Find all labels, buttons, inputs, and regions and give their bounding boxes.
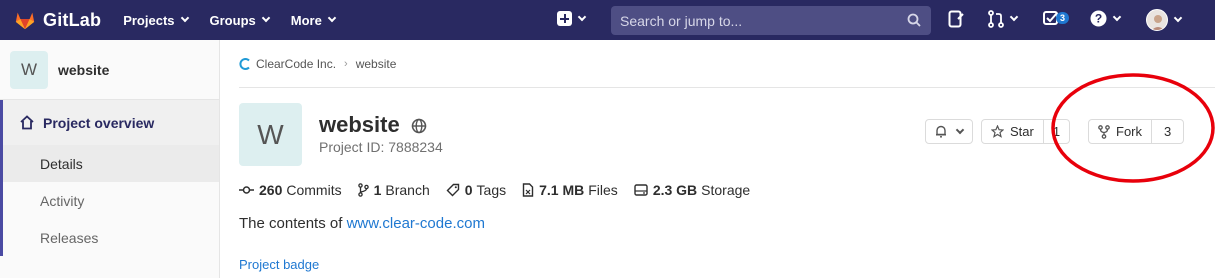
todo-count-badge: 3 — [1056, 12, 1070, 24]
tags-label: Tags — [476, 182, 507, 198]
divider — [239, 87, 1215, 88]
notification-dropdown-button[interactable] — [925, 119, 973, 144]
notification-button[interactable] — [926, 120, 972, 143]
sidebar-item-label: Project overview — [43, 114, 155, 131]
storage-stat: 2.3 GB Storage — [634, 182, 750, 198]
issues-icon — [948, 10, 964, 28]
chevron-down-icon — [1009, 12, 1019, 22]
breadcrumb-project-link[interactable]: website — [356, 57, 397, 71]
search-icon[interactable] — [907, 13, 921, 27]
merge-request-icon — [988, 10, 1004, 28]
group-logo-icon — [239, 58, 250, 70]
breadcrumb: ClearCode Inc. › website — [239, 57, 396, 71]
files-stat[interactable]: 7.1 MB Files — [522, 182, 618, 198]
brand[interactable]: GitLab — [14, 9, 101, 31]
top-navbar: GitLab Projects Groups More Search or ju… — [0, 0, 1215, 40]
breadcrumb-chevron-icon: › — [344, 58, 348, 70]
fork-label: Fork — [1116, 124, 1142, 139]
sidebar-subitem-releases[interactable]: Releases — [0, 219, 219, 256]
nav-menu: Projects Groups More — [123, 13, 357, 28]
issues-button[interactable] — [948, 10, 964, 28]
merge-requests-button[interactable] — [988, 10, 1019, 28]
brand-name: GitLab — [43, 9, 102, 30]
project-stats: 260 Commits 1 Branch 0 Tags 7.1 MB Files… — [239, 182, 766, 198]
project-title: website — [319, 112, 427, 138]
breadcrumb-group-link[interactable]: ClearCode Inc. — [256, 57, 336, 71]
sidebar-subitem-label: Activity — [40, 192, 85, 209]
sidebar-subitem-details[interactable]: Details — [0, 145, 219, 182]
tags-stat[interactable]: 0 Tags — [446, 182, 506, 198]
nav-groups[interactable]: Groups — [209, 12, 270, 28]
nav-projects-label: Projects — [123, 12, 175, 28]
new-dropdown-button[interactable] — [557, 11, 587, 26]
gitlab-logo-icon — [15, 12, 35, 30]
search-box[interactable] — [611, 6, 931, 35]
commit-icon — [239, 186, 254, 194]
branch-icon — [357, 183, 369, 197]
star-button[interactable]: Star — [982, 120, 1043, 143]
star-count[interactable]: 1 — [1042, 120, 1069, 143]
star-label: Star — [1010, 124, 1034, 139]
chevron-down-icon — [1173, 13, 1183, 23]
description-text: The contents of — [239, 215, 347, 232]
branch-count: 1 — [373, 182, 382, 198]
tag-icon — [446, 183, 459, 197]
files-label: Files — [588, 182, 618, 198]
chevron-down-icon — [1112, 12, 1122, 21]
project-avatar: W — [239, 103, 302, 166]
main-content: ClearCode Inc. › website W website Proje… — [239, 40, 1215, 278]
branch-stat[interactable]: 1 Branch — [357, 182, 430, 198]
sidebar-subitem-label: Releases — [40, 229, 99, 246]
project-description: The contents of www.clear-code.com — [239, 215, 485, 232]
chevron-down-icon — [261, 13, 270, 23]
storage-size: 2.3 GB — [652, 182, 698, 198]
fork-count[interactable]: 3 — [1151, 120, 1183, 143]
chevron-down-icon — [327, 13, 337, 23]
commits-stat[interactable]: 260 Commits — [239, 182, 342, 198]
sidebar: W website Project overview Details Activ… — [0, 40, 220, 278]
fork-button[interactable]: Fork — [1089, 120, 1151, 143]
project-id: Project ID: 7888234 — [319, 139, 443, 155]
plus-icon — [557, 11, 572, 26]
nav-more-label: More — [290, 12, 322, 28]
project-avatar-small: W — [10, 50, 48, 89]
home-icon — [20, 115, 34, 130]
user-menu-button[interactable] — [1146, 9, 1183, 31]
sidebar-item-project-overview[interactable]: Project overview — [0, 100, 219, 145]
bell-icon — [936, 125, 946, 138]
help-button[interactable]: ? — [1090, 10, 1122, 27]
project-name: website — [319, 112, 400, 137]
sidebar-project-name: website — [58, 61, 110, 78]
search-input[interactable] — [620, 12, 900, 29]
fork-icon — [1098, 124, 1110, 139]
project-badge-link[interactable]: Project badge — [239, 257, 319, 272]
star-icon — [991, 125, 1004, 138]
chevron-down-icon — [955, 125, 965, 134]
chevron-down-icon — [180, 13, 189, 23]
nav-groups-label: Groups — [209, 12, 256, 28]
chevron-down-icon — [577, 12, 587, 21]
sidebar-subitem-label: Details — [40, 155, 83, 172]
nav-more[interactable]: More — [290, 12, 337, 28]
todos-button[interactable]: 3 — [1043, 10, 1070, 26]
tags-count: 0 — [464, 182, 473, 198]
file-icon — [522, 183, 534, 197]
help-icon: ? — [1090, 10, 1107, 27]
sidebar-subitem-activity[interactable]: Activity — [0, 182, 219, 219]
commits-count: 260 — [259, 182, 283, 198]
svg-text:?: ? — [1095, 12, 1102, 26]
avatar — [1146, 9, 1168, 31]
commits-label: Commits — [286, 182, 342, 198]
storage-label: Storage — [701, 182, 751, 198]
star-button-group: Star 1 — [981, 119, 1071, 144]
storage-icon — [634, 184, 648, 196]
files-size: 7.1 MB — [539, 182, 585, 198]
fork-button-group: Fork 3 — [1088, 119, 1185, 144]
globe-icon — [411, 118, 427, 134]
nav-projects[interactable]: Projects — [123, 12, 189, 28]
sidebar-project-header[interactable]: W website — [0, 40, 219, 100]
branch-label: Branch — [385, 182, 430, 198]
description-link[interactable]: www.clear-code.com — [347, 215, 485, 232]
